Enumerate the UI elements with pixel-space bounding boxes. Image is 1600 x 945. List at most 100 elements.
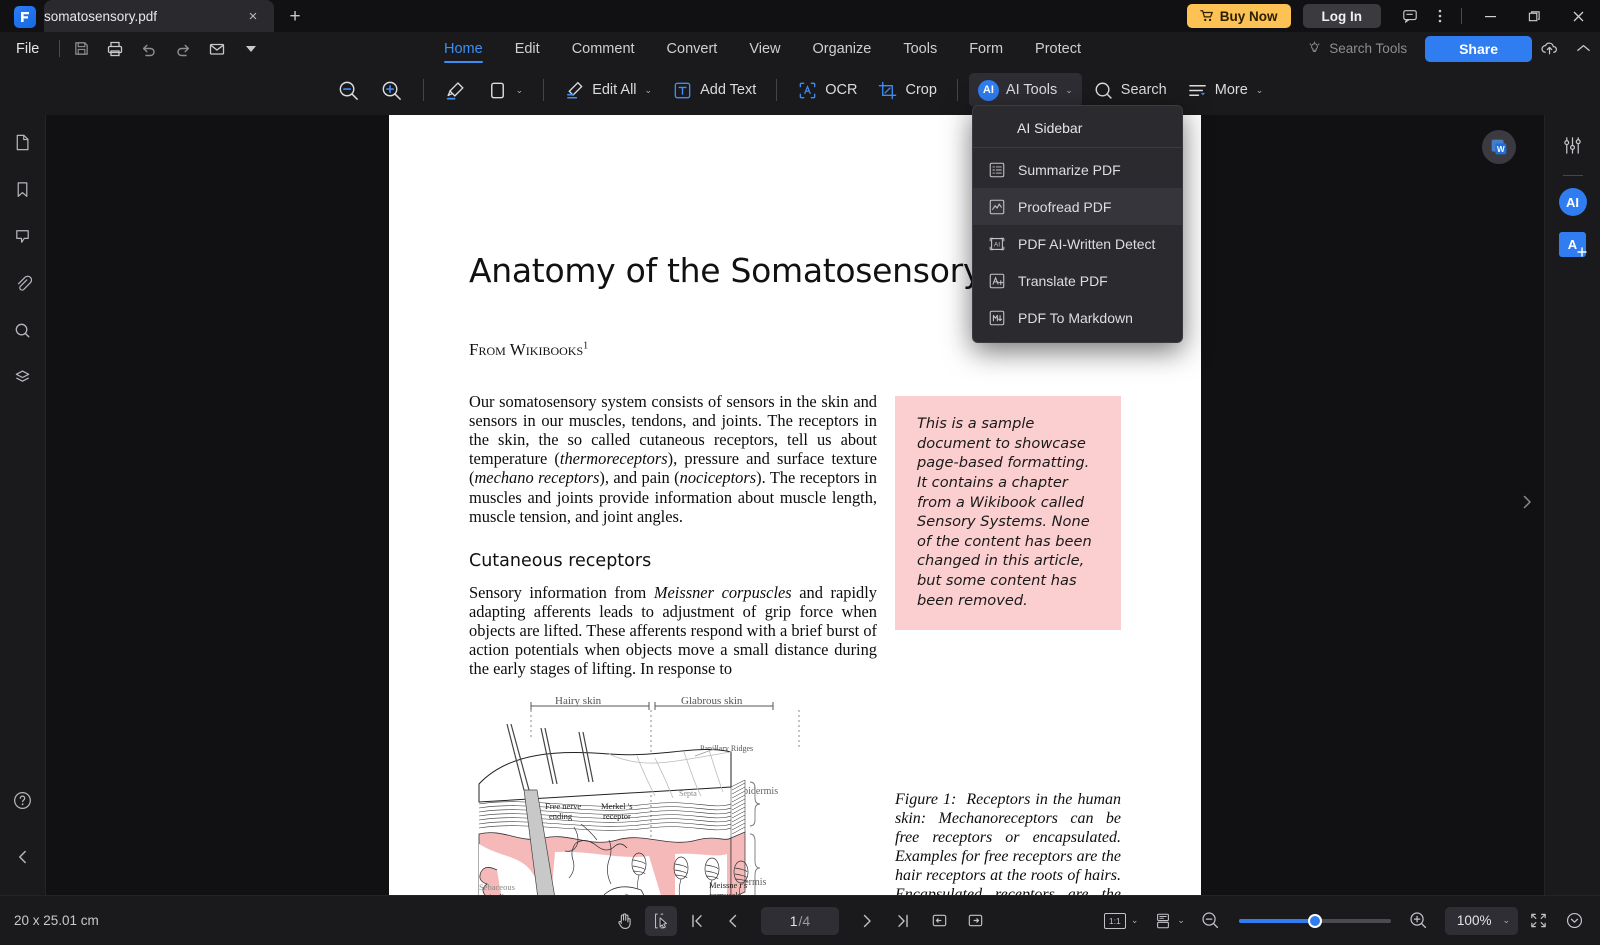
email-icon[interactable] xyxy=(200,34,234,64)
fullscreen-icon[interactable] xyxy=(1522,906,1554,936)
more-options-icon[interactable] xyxy=(1425,1,1455,31)
zoom-out-button[interactable] xyxy=(328,73,369,107)
page-number-input[interactable]: 1/4 xyxy=(761,906,839,935)
shape-caret-icon: ⌄ xyxy=(515,84,524,95)
menu-item-summarize-pdf[interactable]: Summarize PDF xyxy=(973,151,1182,188)
previous-page-icon[interactable] xyxy=(717,906,749,936)
zoom-level-dropdown[interactable]: 100% ⌄ xyxy=(1444,906,1518,935)
zoom-slider[interactable] xyxy=(1238,906,1391,936)
next-page-icon[interactable] xyxy=(851,906,883,936)
minimize-window-button[interactable] xyxy=(1468,0,1512,32)
ai-tools-button[interactable]: AI AI Tools ⌄ xyxy=(968,73,1082,107)
document-source-label: From Wikibooks xyxy=(469,340,584,359)
ai-tools-dropdown-menu[interactable]: AI Sidebar Summarize PDF Proofread PDF A… xyxy=(972,105,1183,343)
tab-view[interactable]: View xyxy=(733,32,796,65)
shape-tool-button[interactable]: ⌄ xyxy=(478,73,533,107)
rotate-left-icon[interactable] xyxy=(923,906,955,936)
file-menu-button[interactable]: File xyxy=(0,32,55,65)
close-tab-icon[interactable]: × xyxy=(242,5,264,27)
word-export-badge-icon[interactable]: W xyxy=(1482,130,1516,164)
ribbon-divider-3 xyxy=(776,79,778,101)
print-icon[interactable] xyxy=(98,34,132,64)
hand-tool-icon[interactable] xyxy=(609,906,641,936)
more-button[interactable]: More ⌄ xyxy=(1178,73,1273,107)
svg-text:W: W xyxy=(1497,145,1505,154)
tab-tools[interactable]: Tools xyxy=(887,32,953,65)
svg-text:receptor: receptor xyxy=(603,811,631,821)
tab-form[interactable]: Form xyxy=(953,32,1019,65)
edit-all-label: Edit All xyxy=(592,82,637,98)
menubar-divider xyxy=(59,40,61,57)
menu-item-label: Summarize PDF xyxy=(1018,161,1121,178)
document-tab[interactable]: somatosensory.pdf × xyxy=(44,0,274,32)
ai-sidebar-button[interactable]: AI xyxy=(1558,188,1587,216)
tab-home[interactable]: Home xyxy=(428,32,499,65)
save-icon[interactable] xyxy=(64,34,98,64)
search-button[interactable]: Search xyxy=(1084,73,1176,107)
ai-sidebar-menu-header[interactable]: AI Sidebar xyxy=(973,110,1182,147)
menu-item-pdf-to-markdown[interactable]: PDF To Markdown xyxy=(973,299,1182,336)
help-icon[interactable] xyxy=(6,783,40,817)
attachment-icon[interactable] xyxy=(6,266,40,300)
tab-comment[interactable]: Comment xyxy=(556,32,651,65)
search-tools-input[interactable]: Search Tools xyxy=(1307,41,1407,56)
crop-button[interactable]: Crop xyxy=(868,73,945,107)
more-label: More xyxy=(1214,82,1248,98)
next-page-chevron-icon[interactable] xyxy=(1518,493,1536,517)
svg-text:Merkel 's: Merkel 's xyxy=(601,801,633,811)
menu-item-translate-pdf[interactable]: Translate PDF xyxy=(973,262,1182,299)
zoom-in-button[interactable] xyxy=(371,73,412,107)
menu-item-label: PDF AI-Written Detect xyxy=(1018,235,1156,252)
quick-access-dropdown-icon[interactable] xyxy=(234,34,268,64)
highlight-button[interactable] xyxy=(435,73,476,107)
more-view-options-icon[interactable] xyxy=(1558,906,1590,936)
redo-icon[interactable] xyxy=(166,34,200,64)
zoom-in-icon[interactable] xyxy=(1403,906,1435,936)
add-text-button[interactable]: Add Text xyxy=(663,73,765,107)
log-in-button[interactable]: Log In xyxy=(1302,4,1381,28)
last-page-icon[interactable] xyxy=(887,906,919,936)
collapse-sidebar-icon[interactable] xyxy=(6,840,40,874)
tab-protect[interactable]: Protect xyxy=(1019,32,1097,65)
svg-text:ending: ending xyxy=(549,811,573,821)
search-icon[interactable] xyxy=(6,313,40,347)
layers-icon[interactable] xyxy=(6,360,40,394)
actual-size-dropdown[interactable]: 1:1 ⌄ xyxy=(1098,906,1145,936)
ai-tools-label: AI Tools xyxy=(1005,82,1058,98)
document-viewport[interactable]: Anatomy of the Somatosensory System From… xyxy=(46,115,1544,895)
app-logo-icon xyxy=(14,6,36,28)
page-layout-dropdown[interactable]: ⌄ xyxy=(1148,906,1191,936)
edit-all-button[interactable]: Edit All ⌄ xyxy=(555,73,661,107)
thumbnails-icon[interactable] xyxy=(6,125,40,159)
tab-convert[interactable]: Convert xyxy=(651,32,734,65)
new-tab-button[interactable]: + xyxy=(280,2,310,32)
feedback-icon[interactable] xyxy=(1395,1,1425,31)
collapse-ribbon-icon[interactable] xyxy=(1566,34,1600,64)
tab-organize[interactable]: Organize xyxy=(797,32,888,65)
menu-item-pdf-ai-written-detect[interactable]: AI PDF AI-Written Detect xyxy=(973,225,1182,262)
zoom-out-icon[interactable] xyxy=(1195,906,1227,936)
ocr-button[interactable]: OCR xyxy=(788,73,866,107)
menu-item-proofread-pdf[interactable]: Proofread PDF xyxy=(973,188,1182,225)
tab-title: somatosensory.pdf xyxy=(44,8,158,24)
first-page-icon[interactable] xyxy=(681,906,713,936)
document-source: From Wikibooks1 xyxy=(469,340,1121,360)
tab-edit[interactable]: Edit xyxy=(499,32,556,65)
translate-sidebar-button[interactable]: A xyxy=(1559,232,1587,257)
close-window-button[interactable] xyxy=(1556,0,1600,32)
crop-label: Crop xyxy=(905,82,937,98)
ribbon-toolbar: ⌄ Edit All ⌄ Add Text OCR Crop AI AI Too… xyxy=(0,65,1600,115)
select-tool-icon[interactable] xyxy=(645,905,677,936)
sliders-icon[interactable] xyxy=(1555,127,1591,163)
comment-icon[interactable] xyxy=(6,219,40,253)
cloud-upload-icon[interactable] xyxy=(1532,34,1566,64)
total-pages-label: /4 xyxy=(798,912,811,929)
rotate-right-icon[interactable] xyxy=(959,906,991,936)
bookmark-icon[interactable] xyxy=(6,172,40,206)
restore-window-button[interactable] xyxy=(1512,0,1556,32)
share-button[interactable]: Share xyxy=(1425,35,1532,62)
undo-icon[interactable] xyxy=(132,34,166,64)
buy-now-button[interactable]: Buy Now xyxy=(1186,4,1291,28)
ribbon-divider-4 xyxy=(956,79,958,101)
zoom-slider-handle[interactable] xyxy=(1307,913,1322,928)
